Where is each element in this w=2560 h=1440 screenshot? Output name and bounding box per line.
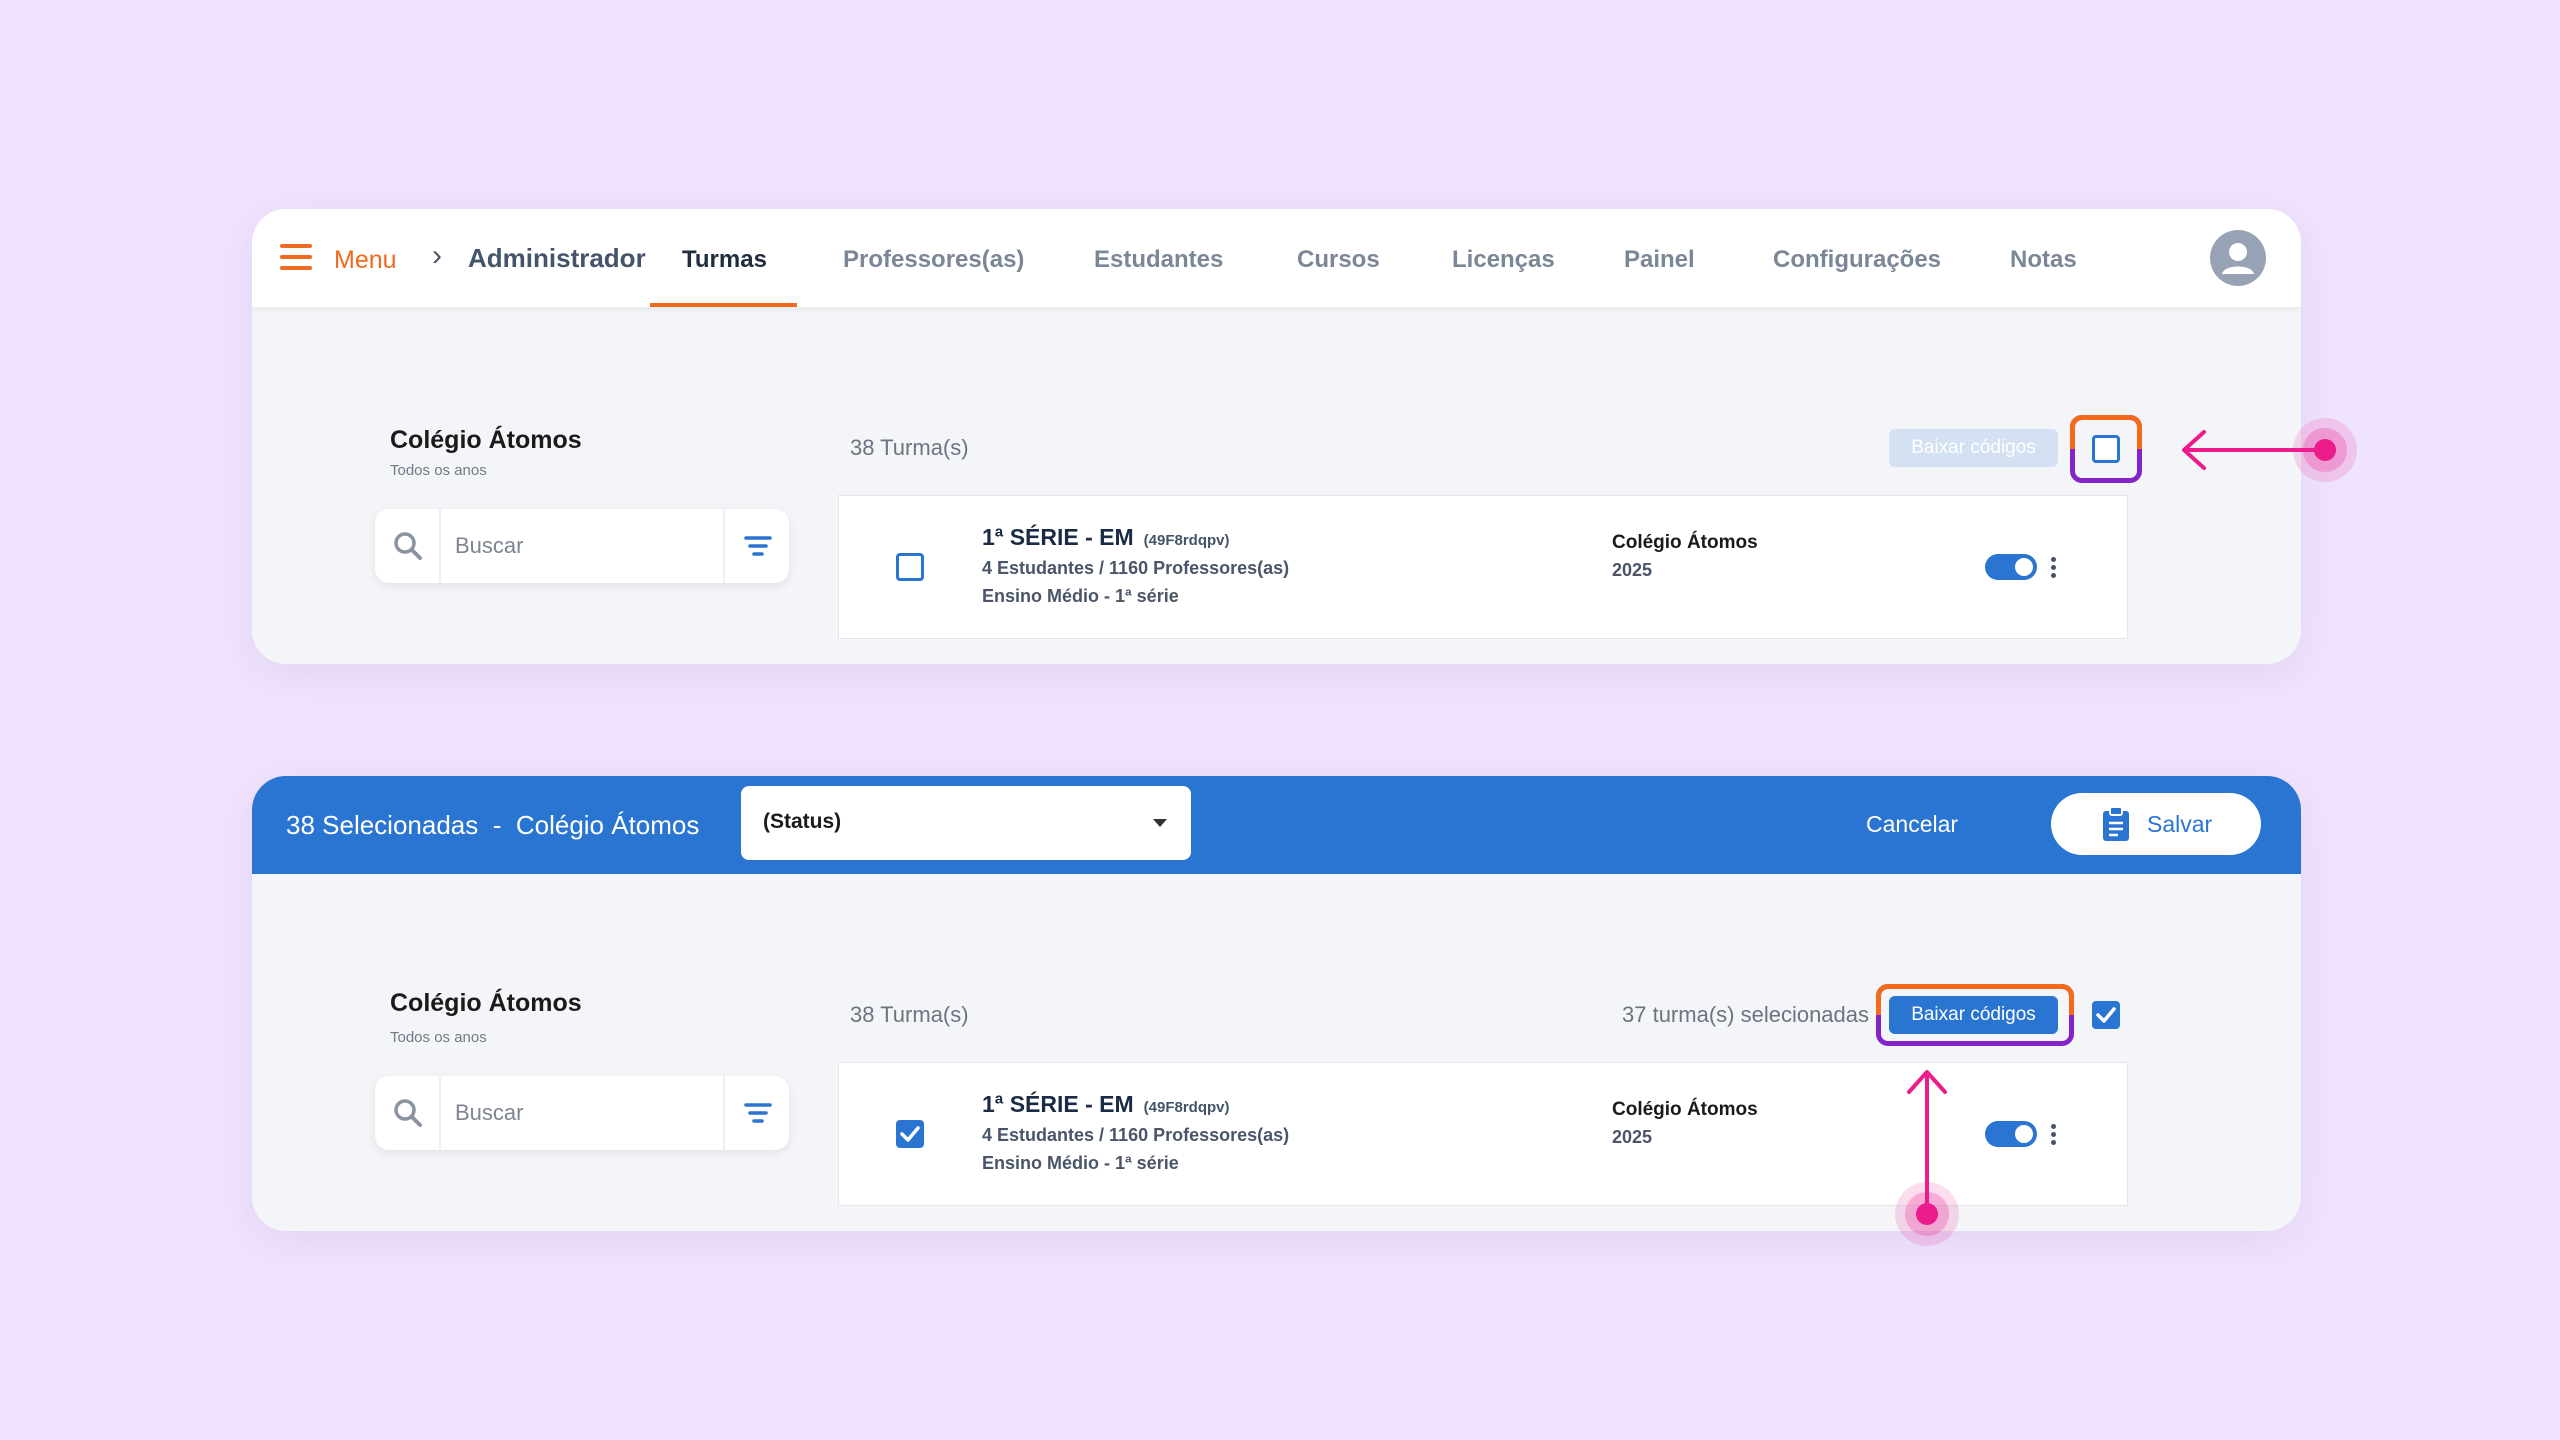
row-checkbox[interactable] (896, 553, 924, 581)
tab-configuracoes[interactable]: Configurações (1773, 246, 1941, 274)
menu-label[interactable]: Menu (334, 246, 397, 275)
filter-icon[interactable] (723, 1076, 789, 1150)
class-code: (49F8rdqpv) (1143, 1099, 1230, 1116)
user-avatar-icon[interactable] (2210, 230, 2266, 286)
selection-summary: 38 Selecionadas - Colégio Átomos (286, 810, 699, 841)
more-options-icon[interactable] (2037, 1120, 2067, 1150)
select-all-checkbox-checked[interactable] (2092, 1001, 2120, 1029)
search-input[interactable] (455, 529, 705, 563)
selected-classes-count: 37 turma(s) selecionadas (1622, 1002, 1870, 1027)
school-year-filter: Todos os anos (390, 462, 487, 479)
breadcrumb-admin[interactable]: Administrador (468, 243, 646, 274)
classes-panel-selection: 38 Selecionadas - Colégio Átomos (Status… (252, 776, 2301, 1231)
class-title: 1ª SÉRIE - EM (49F8rdqpv) (982, 1091, 1230, 1118)
classes-panel-default: Menu › Administrador Turmas Professores(… (252, 209, 2301, 664)
class-row[interactable]: 1ª SÉRIE - EM (49F8rdqpv) 4 Estudantes / … (838, 495, 2128, 639)
annotation-arrow-left-icon (2182, 418, 2357, 482)
search-icon[interactable] (375, 1076, 441, 1150)
save-button[interactable]: Salvar (2051, 793, 2261, 855)
select-all-checkbox[interactable] (2092, 435, 2120, 463)
tab-painel[interactable]: Painel (1624, 246, 1695, 274)
school-name: Colégio Átomos (390, 426, 582, 454)
classes-count: 38 Turma(s) (850, 1002, 969, 1027)
tab-professores[interactable]: Professores(as) (843, 246, 1024, 274)
active-toggle[interactable] (1985, 1121, 2037, 1147)
clipboard-icon (2103, 806, 2129, 841)
tab-turmas[interactable]: Turmas (682, 246, 767, 274)
active-toggle[interactable] (1985, 554, 2037, 580)
status-dropdown-value: (Status) (763, 810, 842, 833)
class-title-text: 1ª SÉRIE - EM (982, 1091, 1134, 1117)
tab-cursos[interactable]: Cursos (1297, 246, 1380, 274)
class-stats: 4 Estudantes / 1160 Professores(as) (982, 1125, 1290, 1145)
class-school: Colégio Átomos (1612, 532, 1758, 553)
selection-separator: - (492, 810, 502, 840)
class-level: Ensino Médio - 1ª série (982, 586, 1179, 606)
class-year: 2025 (1612, 560, 1653, 580)
class-year: 2025 (1612, 1127, 1653, 1147)
row-checkbox-checked[interactable] (896, 1120, 924, 1148)
dropdown-caret-icon (1153, 819, 1167, 827)
checkmark-icon (2096, 1007, 2116, 1023)
class-stats: 4 Estudantes / 1160 Professores(as) (982, 558, 1290, 578)
tab-estudantes[interactable]: Estudantes (1094, 246, 1223, 274)
checkmark-icon (900, 1126, 920, 1142)
download-codes-button-disabled: Baixar códigos (1889, 429, 2058, 467)
class-title: 1ª SÉRIE - EM (49F8rdqpv) (982, 524, 1230, 551)
annotation-arrow-up-icon (1895, 1070, 1959, 1246)
filter-icon[interactable] (723, 509, 789, 583)
search-input[interactable] (455, 1096, 705, 1130)
selected-count: 38 Selecionadas (286, 810, 479, 840)
school-name: Colégio Átomos (390, 989, 582, 1017)
search-icon[interactable] (375, 509, 441, 583)
school-year-filter: Todos os anos (390, 1029, 487, 1046)
class-school: Colégio Átomos (1612, 1099, 1758, 1120)
status-dropdown[interactable]: (Status) (741, 786, 1191, 860)
selection-bar: 38 Selecionadas - Colégio Átomos (Status… (252, 776, 2301, 874)
classes-count: 38 Turma(s) (850, 435, 969, 460)
download-codes-button[interactable]: Baixar códigos (1889, 996, 2058, 1034)
class-level: Ensino Médio - 1ª série (982, 1153, 1179, 1173)
search-box (375, 509, 789, 583)
search-box (375, 1076, 789, 1150)
selection-school: Colégio Átomos (515, 810, 700, 840)
tab-licencas[interactable]: Licenças (1452, 246, 1555, 274)
class-code: (49F8rdqpv) (1143, 532, 1230, 549)
chevron-right-icon: › (432, 239, 442, 272)
hamburger-menu-icon[interactable] (280, 244, 312, 270)
class-title-text: 1ª SÉRIE - EM (982, 524, 1134, 550)
save-button-label: Salvar (2147, 811, 2213, 837)
tab-notas[interactable]: Notas (2010, 246, 2077, 274)
top-navigation-bar: Menu › Administrador Turmas Professores(… (252, 209, 2301, 307)
cancel-button[interactable]: Cancelar (1866, 811, 1958, 838)
active-tab-indicator (650, 303, 797, 307)
more-options-icon[interactable] (2037, 553, 2067, 583)
